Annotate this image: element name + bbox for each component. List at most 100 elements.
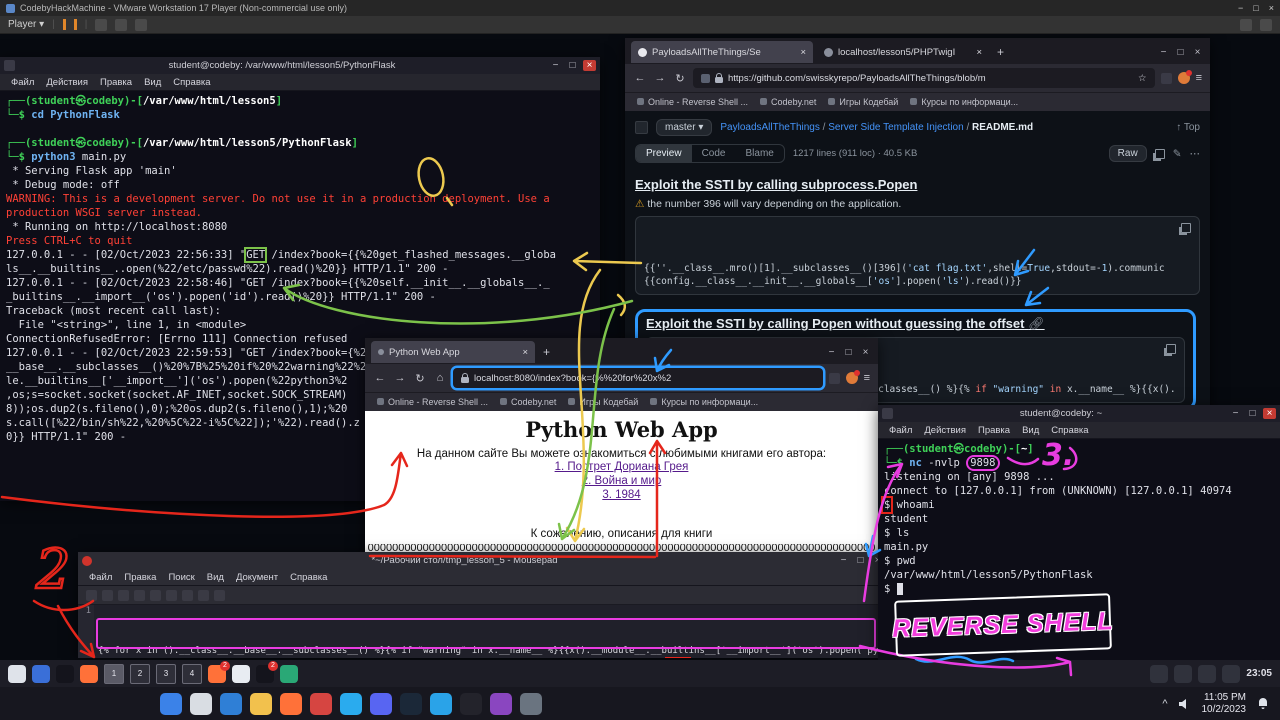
start-button[interactable]	[160, 693, 182, 715]
close-button[interactable]: ×	[583, 60, 596, 71]
search-icon[interactable]	[214, 590, 225, 601]
copy-code-icon[interactable]	[1166, 344, 1176, 354]
branch-selector[interactable]: master ▾	[656, 119, 712, 136]
extensions-icon[interactable]	[1161, 73, 1172, 84]
terminal-icon[interactable]	[56, 665, 74, 683]
save-icon[interactable]	[118, 590, 129, 601]
close-button[interactable]: ×	[859, 347, 872, 358]
mi-правка[interactable]: Правка	[119, 572, 161, 583]
bm-codeby-net[interactable]: Codeby.net	[500, 397, 556, 407]
unity-icon[interactable]	[1240, 19, 1252, 31]
new-tab-button[interactable]: +	[539, 345, 554, 359]
firefox-icon[interactable]	[80, 665, 98, 683]
workspace-4[interactable]: 4	[182, 664, 202, 684]
editor-area[interactable]: 1 {% for x in ().__class__.__base__.__su…	[78, 605, 888, 658]
close-tab-icon[interactable]: ×	[800, 47, 806, 58]
minimize-button[interactable]: −	[1238, 3, 1243, 13]
close-button[interactable]: ×	[1191, 47, 1204, 58]
copy-icon[interactable]	[182, 590, 193, 601]
file-tree-icon[interactable]	[635, 121, 648, 134]
chromium-icon[interactable]	[232, 665, 250, 683]
tab-python-web-app[interactable]: Python Web App ×	[371, 341, 535, 363]
tab-blame[interactable]: Blame	[735, 145, 783, 162]
vm-clock[interactable]: 23:05	[1246, 668, 1272, 679]
tray-expand-icon[interactable]: ^	[1162, 698, 1167, 710]
profile-icon[interactable]	[846, 372, 858, 384]
vmware-icon[interactable]	[520, 693, 542, 715]
mi-файл[interactable]: Файл	[84, 572, 117, 583]
forward-icon[interactable]: →	[653, 72, 667, 84]
cut-icon[interactable]	[166, 590, 177, 601]
terminal-window-icon[interactable]: 2	[256, 665, 274, 683]
section-heading-2[interactable]: Exploit the SSTI by calling Popen withou…	[646, 316, 1185, 332]
mi-вид[interactable]: Вид	[1017, 425, 1044, 436]
menu-icon[interactable]: ≡	[1196, 72, 1202, 84]
search-button[interactable]	[190, 693, 212, 715]
minimize-button[interactable]: −	[549, 60, 562, 71]
tab-code[interactable]: Code	[692, 145, 736, 162]
tab-localhost-phptwig[interactable]: localhost/lesson5/PHPTwigI ×	[817, 41, 989, 63]
snapshot-icon[interactable]	[115, 19, 127, 31]
mi-действия[interactable]: Действия	[41, 77, 93, 88]
paste-icon[interactable]	[198, 590, 209, 601]
mousepad-titlebar[interactable]: *~/Рабочий стол/tmp_lesson_5 - Mousepad …	[78, 552, 888, 569]
restore-button[interactable]: □	[1174, 47, 1187, 58]
cpu-graph-icon[interactable]	[1150, 665, 1168, 683]
extensions-icon[interactable]	[829, 373, 840, 384]
mi-документ[interactable]: Документ	[231, 572, 283, 583]
network-icon[interactable]	[1198, 665, 1216, 683]
copy-file-icon[interactable]	[1155, 149, 1165, 159]
maximize-button[interactable]: □	[566, 60, 579, 71]
mi-вид[interactable]: Вид	[202, 572, 229, 583]
url-bar[interactable]: https://github.com/swisskyrepo/PayloadsA…	[693, 68, 1155, 88]
terminal-icon[interactable]	[460, 693, 482, 715]
ctrl-alt-del-icon[interactable]	[95, 19, 107, 31]
minimize-button[interactable]: −	[1229, 408, 1242, 419]
tab-payloadsallthethings[interactable]: PayloadsAllTheThings/Se ×	[631, 41, 813, 63]
restore-button[interactable]: □	[842, 347, 855, 358]
code-block-1[interactable]: {{''.__class__.mro()[1].__subclasses__()…	[635, 216, 1200, 295]
redo-icon[interactable]	[150, 590, 161, 601]
maximize-button[interactable]: □	[854, 555, 867, 566]
fullscreen-icon[interactable]	[135, 19, 147, 31]
mousepad-icon[interactable]	[280, 665, 298, 683]
file-manager-icon[interactable]	[32, 665, 50, 683]
kali-menu-icon[interactable]	[8, 665, 26, 683]
volume-icon[interactable]	[1178, 698, 1192, 710]
telegram-icon[interactable]	[340, 693, 362, 715]
mi-вид[interactable]: Вид	[139, 77, 166, 88]
mi-справка[interactable]: Справка	[1046, 425, 1093, 436]
mi-справка[interactable]: Справка	[285, 572, 332, 583]
profile-icon[interactable]	[1178, 72, 1190, 84]
pause-vm-icon[interactable]	[63, 19, 77, 30]
back-icon[interactable]: ←	[633, 72, 647, 84]
open-file-icon[interactable]	[102, 590, 113, 601]
maximize-button[interactable]: □	[1246, 408, 1259, 419]
vscode-icon[interactable]	[430, 693, 452, 715]
reload-icon[interactable]: ↻	[413, 372, 427, 385]
workspace-3[interactable]: 3	[156, 664, 176, 684]
book-link-1[interactable]: 1. Портрет Дориана Грея	[365, 460, 878, 474]
reload-icon[interactable]: ↻	[673, 72, 687, 85]
close-button[interactable]: ×	[1263, 408, 1276, 419]
minimize-button[interactable]: −	[837, 555, 850, 566]
minimize-button[interactable]: −	[825, 347, 838, 358]
firefox-icon[interactable]	[280, 693, 302, 715]
workspace-2[interactable]: 2	[130, 664, 150, 684]
mi-правка[interactable]: Правка	[973, 425, 1015, 436]
bm-курсы-по-информаци-[interactable]: Курсы по информаци...	[650, 397, 758, 407]
new-tab-button[interactable]: +	[993, 45, 1008, 59]
close-tab-icon[interactable]: ×	[976, 47, 982, 58]
bm-online-reverse-shell-[interactable]: Online - Reverse Shell ...	[377, 397, 488, 407]
bm-online-reverse-shell-[interactable]: Online - Reverse Shell ...	[637, 97, 748, 107]
mi-поиск[interactable]: Поиск	[163, 572, 199, 583]
terminal-titlebar[interactable]: student@codeby: /var/www/html/lesson5/Py…	[0, 57, 600, 74]
notifications-icon[interactable]	[1222, 665, 1240, 683]
mi-файл[interactable]: Файл	[6, 77, 39, 88]
bookmark-star-icon[interactable]: ☆	[1138, 73, 1147, 84]
devices-icon[interactable]	[1260, 19, 1272, 31]
mail-icon[interactable]	[310, 693, 332, 715]
workspace-1[interactable]: 1	[104, 664, 124, 684]
mi-правка[interactable]: Правка	[95, 77, 137, 88]
explorer-icon[interactable]	[250, 693, 272, 715]
